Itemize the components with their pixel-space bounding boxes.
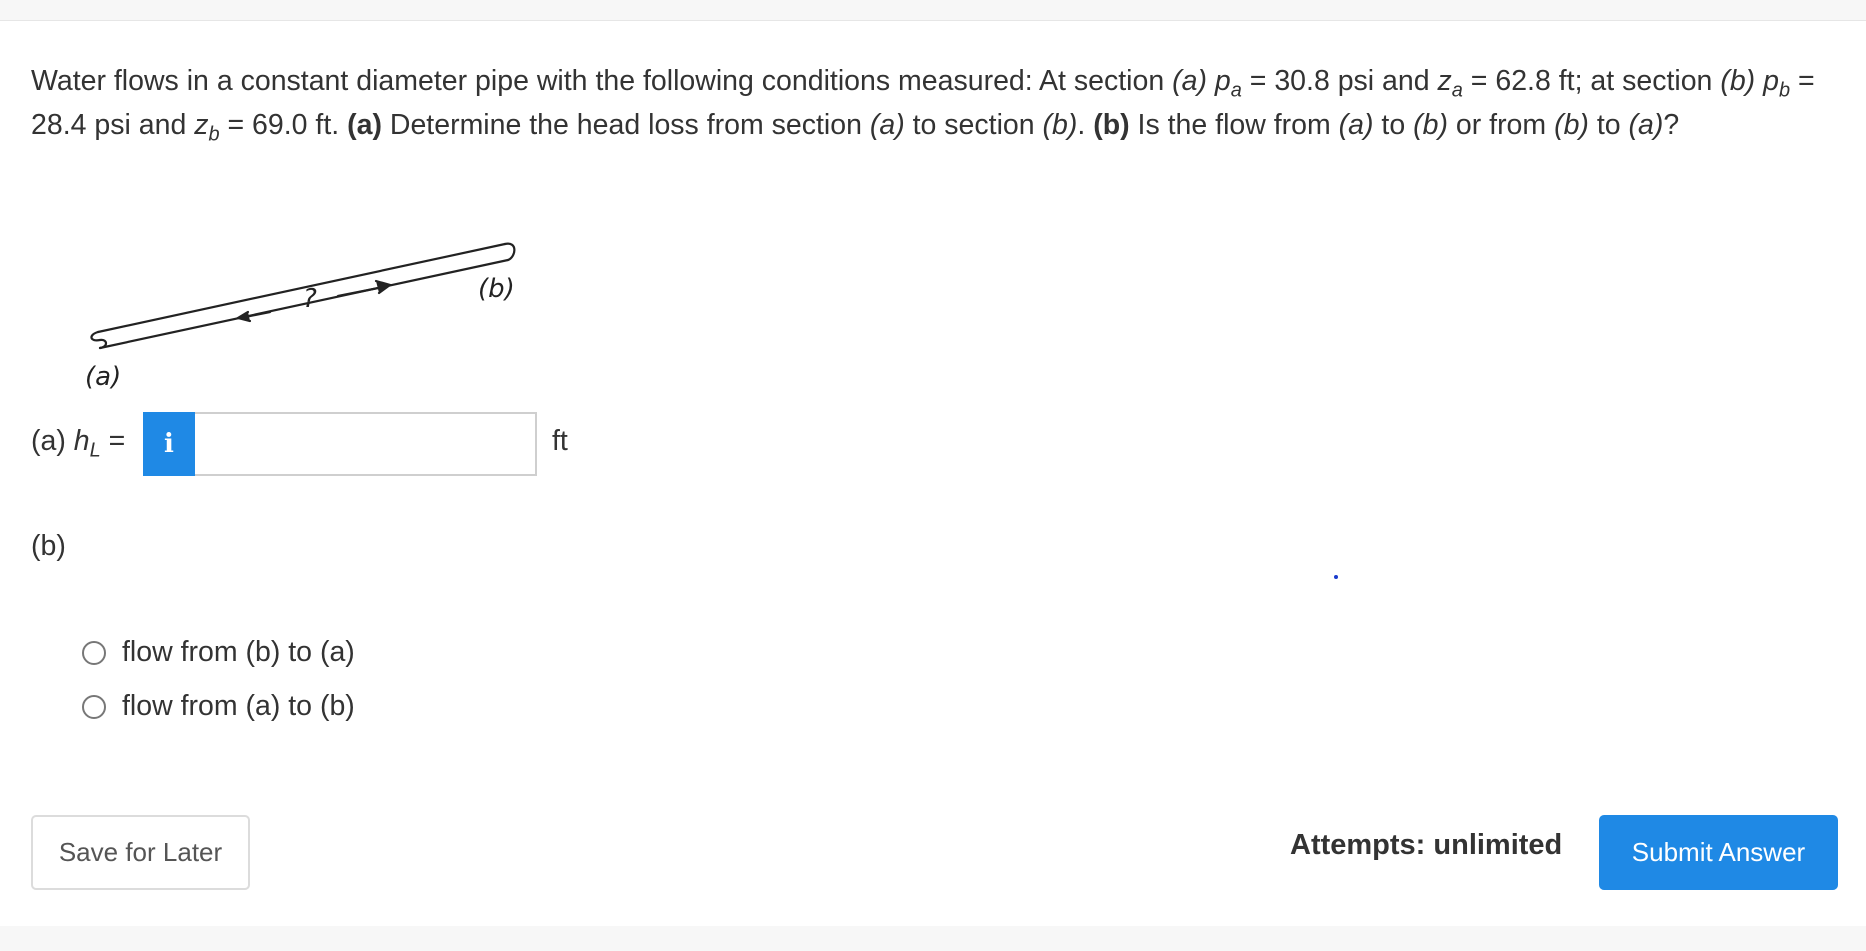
part-a-label: (a) hL = <box>31 425 126 461</box>
option-label: flow from (a) to (b) <box>122 690 355 722</box>
section-a-ref: (a) <box>1172 65 1207 97</box>
pb-symbol: p <box>1763 65 1779 97</box>
part-b-ref-2: (b) <box>1413 109 1448 141</box>
part-a-text: Determine the head loss from section <box>381 109 870 141</box>
submit-answer-button[interactable]: Submit Answer <box>1599 815 1838 890</box>
part-b-tag: (b) <box>1093 109 1130 141</box>
part-a-to: (b) <box>1042 109 1078 141</box>
question-text: Water flows in a constant diameter pipe … <box>31 59 1821 147</box>
section-b-ref: (b) <box>1720 65 1756 97</box>
attempts-text: Attempts: unlimited <box>1290 829 1563 861</box>
part-a-mid: to section <box>904 109 1043 141</box>
figure-label-a: (a) <box>85 362 121 392</box>
question-intro: Water flows in a constant diameter pipe … <box>31 65 1173 97</box>
equals-sign: = <box>100 425 126 457</box>
part-b-mid-2: or from <box>1447 109 1555 141</box>
stray-dot <box>1334 575 1338 579</box>
part-b-text: Is the flow from <box>1129 109 1339 141</box>
part-b-ref-1: (a) <box>1338 109 1374 141</box>
part-a-tag: (a) <box>347 109 382 141</box>
hl-symbol: h <box>73 425 90 457</box>
radio-button[interactable] <box>82 640 106 665</box>
flow-question-mark: ? <box>303 284 317 314</box>
zb-subscript: b <box>208 123 220 146</box>
option-a-to-b[interactable]: flow from (a) to (b) <box>82 690 355 723</box>
pa-value: = 30.8 psi and <box>1241 65 1438 97</box>
zb-value: = 69.0 ft. <box>219 109 348 141</box>
part-a-end: . <box>1077 109 1094 141</box>
option-label: flow from (b) to (a) <box>122 636 355 668</box>
radio-button[interactable] <box>82 694 106 719</box>
save-for-later-button[interactable]: Save for Later <box>31 815 250 890</box>
part-b-mid-3: to <box>1588 109 1629 141</box>
za-value: = 62.8 ft; at section <box>1462 65 1721 97</box>
info-icon[interactable]: i <box>143 412 195 476</box>
pb-subscript: b <box>1778 79 1791 102</box>
part-b-ref-4: (a) <box>1628 109 1664 141</box>
pa-symbol: p <box>1214 65 1231 97</box>
hl-subscript: L <box>89 439 101 462</box>
figure-label-b: (b) <box>478 274 515 304</box>
part-b-label: (b) <box>31 530 66 562</box>
option-b-to-a[interactable]: flow from (b) to (a) <box>82 636 355 669</box>
pipe-figure: ? (b) (a) <box>85 242 516 392</box>
head-loss-input[interactable] <box>195 412 537 476</box>
zb-symbol: z <box>194 109 209 141</box>
part-b-mid-1: to <box>1373 109 1414 141</box>
za-symbol: z <box>1437 65 1452 97</box>
part-b-end: ? <box>1663 109 1680 141</box>
pa-subscript: a <box>1230 79 1242 102</box>
unit-label: ft <box>552 425 568 457</box>
part-a-from: (a) <box>869 109 905 141</box>
part-a-prefix: (a) <box>31 425 74 457</box>
za-subscript: a <box>1451 79 1463 102</box>
part-b-ref-3: (b) <box>1554 109 1589 141</box>
